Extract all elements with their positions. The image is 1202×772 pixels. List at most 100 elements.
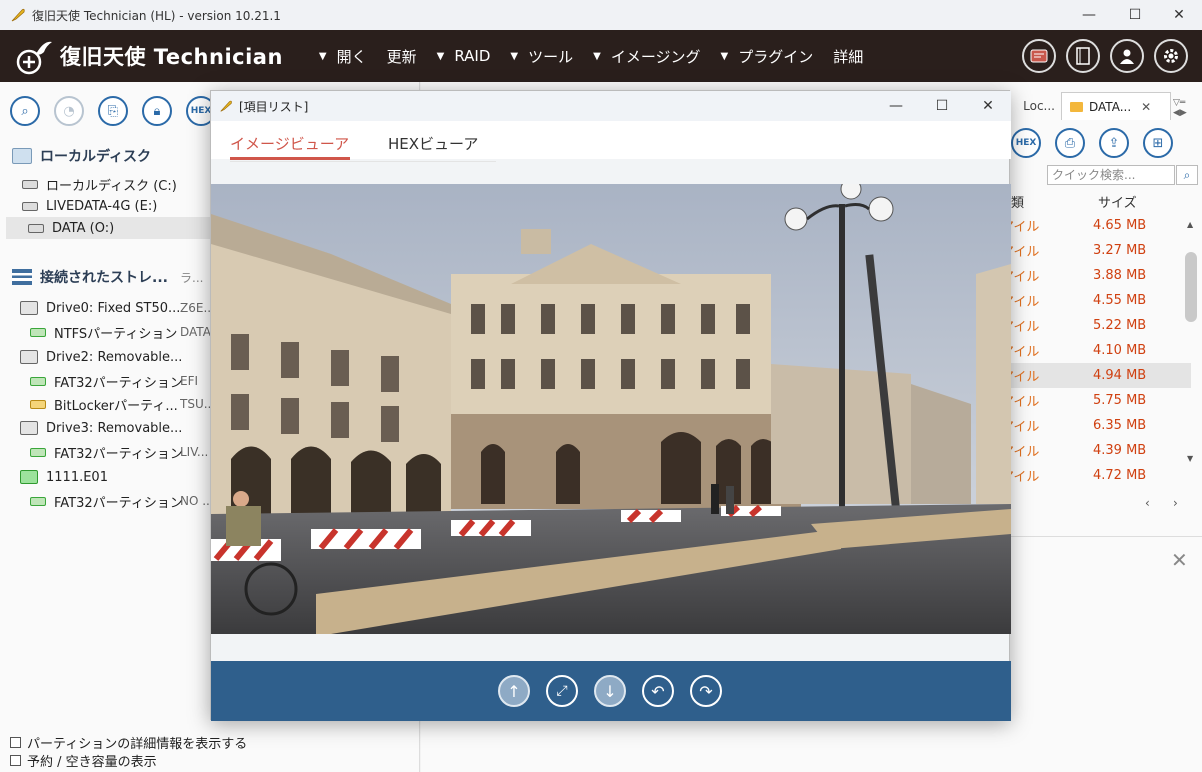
- scan-tool-button[interactable]: ◔: [54, 96, 84, 126]
- file-row[interactable]: アイル 4.65 MB: [1001, 213, 1191, 238]
- tab-hex-viewer[interactable]: HEXビューア: [388, 133, 478, 154]
- dialog-minimize-button[interactable]: —: [873, 91, 919, 121]
- storage-stack-icon: [12, 269, 32, 285]
- storage-item[interactable]: BitLockerパーティ...: [0, 393, 210, 415]
- storage-item[interactable]: 1111.E01: [0, 466, 210, 488]
- tab-next-icon[interactable]: ▶: [1180, 108, 1187, 118]
- scrollbar-thumb[interactable]: [1185, 252, 1197, 322]
- file-size-cell: 4.10 MB: [1093, 343, 1147, 358]
- file-row[interactable]: アイル 3.27 MB: [1001, 238, 1191, 263]
- storage-item[interactable]: FAT32パーティション: [0, 370, 210, 392]
- file-row[interactable]: アイル 4.94 MB: [1001, 363, 1191, 388]
- tab-close-icon[interactable]: ✕: [1141, 100, 1151, 114]
- minimize-button[interactable]: —: [1066, 0, 1112, 30]
- hard-disk-icon: [20, 421, 38, 435]
- file-row[interactable]: アイル 6.35 MB: [1001, 413, 1191, 438]
- scroll-right-icon[interactable]: ›: [1173, 496, 1178, 510]
- tab-nav[interactable]: ▽═ ◀▶: [1173, 98, 1202, 118]
- hex-view-button[interactable]: HEX: [1011, 128, 1041, 158]
- magnifier-icon: ⌕: [21, 103, 29, 119]
- scroll-left-icon[interactable]: ‹: [1145, 496, 1150, 510]
- file-type-cell: アイル: [1001, 395, 1040, 410]
- export-button[interactable]: ⇪: [1099, 128, 1129, 158]
- file-row[interactable]: アイル 4.10 MB: [1001, 338, 1191, 363]
- file-row[interactable]: アイル 4.72 MB: [1001, 463, 1191, 488]
- book-icon: [1076, 47, 1090, 65]
- menu-imaging[interactable]: ▼ イメージング: [593, 46, 700, 67]
- local-disk-item-selected[interactable]: DATA (O:): [6, 217, 210, 239]
- next-button[interactable]: ↓: [594, 675, 626, 707]
- file-row[interactable]: アイル 5.75 MB: [1001, 388, 1191, 413]
- local-disk-item[interactable]: ローカルディスク (C:): [0, 173, 210, 195]
- fit-button[interactable]: ⤢: [546, 675, 578, 707]
- menu-plugins[interactable]: ▼ プラグイン: [721, 46, 814, 67]
- checkbox[interactable]: [10, 755, 21, 766]
- search-tool-button[interactable]: ⌕: [10, 96, 40, 126]
- image-tool-button[interactable]: ⎘: [98, 96, 128, 126]
- menu-details[interactable]: 詳細: [833, 46, 863, 67]
- tree-icon: ⊞: [1152, 135, 1164, 151]
- close-preview-icon[interactable]: ✕: [1171, 548, 1188, 572]
- file-row[interactable]: アイル 4.55 MB: [1001, 288, 1191, 313]
- active-tab-indicator: [230, 157, 350, 160]
- manual-button[interactable]: [1066, 39, 1100, 73]
- lock-tool-button[interactable]: 🔒︎: [142, 96, 172, 126]
- tab-image-viewer[interactable]: イメージビューア: [230, 133, 349, 154]
- menu-tools[interactable]: ▼ ツール: [510, 46, 573, 67]
- file-type-cell: アイル: [1001, 270, 1040, 285]
- local-disk-item[interactable]: LIVEDATA-4G (E:): [0, 195, 210, 217]
- dialog-titlebar: [項目リスト] — ☐ ✕: [211, 91, 1011, 121]
- file-type-cell: アイル: [1001, 370, 1040, 385]
- column-type[interactable]: 類: [1011, 192, 1024, 211]
- scroll-down-icon[interactable]: ▼: [1187, 454, 1193, 463]
- show-partition-details-option[interactable]: パーティションの詳細情報を表示する: [10, 733, 247, 752]
- file-row[interactable]: アイル 4.39 MB: [1001, 438, 1191, 463]
- drive-image-icon: ⎘: [107, 103, 119, 119]
- close-button[interactable]: ✕: [1156, 0, 1202, 30]
- column-size[interactable]: サイズ: [1098, 192, 1137, 211]
- license-button[interactable]: [1022, 39, 1056, 73]
- tab-data[interactable]: DATA... ✕: [1061, 92, 1171, 120]
- scroll-up-icon[interactable]: ▲: [1187, 220, 1193, 229]
- menu-open[interactable]: ▼ 開く: [319, 46, 367, 67]
- tree-button[interactable]: ⊞: [1143, 128, 1173, 158]
- tab-prev-icon[interactable]: ◀: [1173, 108, 1180, 118]
- dialog-close-button[interactable]: ✕: [965, 91, 1011, 121]
- storage-item[interactable]: FAT32パーティション: [0, 490, 210, 512]
- file-type-cell: アイル: [1001, 420, 1040, 435]
- window-titlebar: 復旧天使 Technician (HL) - version 10.21.1 —…: [0, 0, 1202, 30]
- main-menu: ▼ 開く 更新 ▼ RAID ▼ ツール ▼ イメージング ▼ プラグイン 詳細: [319, 46, 883, 67]
- menu-update[interactable]: 更新: [387, 46, 417, 67]
- hard-disk-icon: [20, 301, 38, 315]
- file-row[interactable]: アイル 5.22 MB: [1001, 313, 1191, 338]
- storage-item[interactable]: FAT32パーティション: [0, 441, 210, 463]
- quick-search-input[interactable]: クイック検索...: [1047, 165, 1175, 185]
- drive-icon: [22, 179, 38, 189]
- rotate-left-button[interactable]: ↶: [642, 675, 674, 707]
- storage-item[interactable]: Drive2: Removable...: [0, 346, 210, 368]
- license-card-icon: [1030, 49, 1048, 63]
- storage-item[interactable]: Drive0: Fixed ST50...: [0, 297, 210, 319]
- show-reserved-space-option[interactable]: 予約 / 空き容量の表示: [10, 751, 157, 770]
- file-size-cell: 6.35 MB: [1093, 418, 1147, 433]
- print-button[interactable]: ⎙: [1055, 128, 1085, 158]
- logo-icon: [16, 41, 52, 75]
- previous-button[interactable]: ↑: [498, 675, 530, 707]
- settings-button[interactable]: [1154, 39, 1188, 73]
- dialog-maximize-button[interactable]: ☐: [919, 91, 965, 121]
- maximize-button[interactable]: ☐: [1112, 0, 1158, 30]
- tab-list-icon[interactable]: ▽═: [1173, 98, 1185, 108]
- computer-icon: [12, 148, 32, 164]
- partition-icon: [30, 376, 46, 386]
- checkbox[interactable]: [10, 737, 21, 748]
- search-button[interactable]: ⌕: [1176, 165, 1198, 185]
- file-row[interactable]: アイル 3.88 MB: [1001, 263, 1191, 288]
- file-size-cell: 5.22 MB: [1093, 318, 1147, 333]
- rotate-right-button[interactable]: ↷: [690, 675, 722, 707]
- storage-item[interactable]: Drive3: Removable...: [0, 417, 210, 439]
- app-brand: 復旧天使 Technician: [60, 45, 283, 69]
- account-button[interactable]: [1110, 39, 1144, 73]
- file-type-cell: アイル: [1001, 245, 1040, 260]
- storage-item[interactable]: NTFSパーティション: [0, 321, 210, 343]
- menu-raid[interactable]: ▼ RAID: [437, 47, 491, 65]
